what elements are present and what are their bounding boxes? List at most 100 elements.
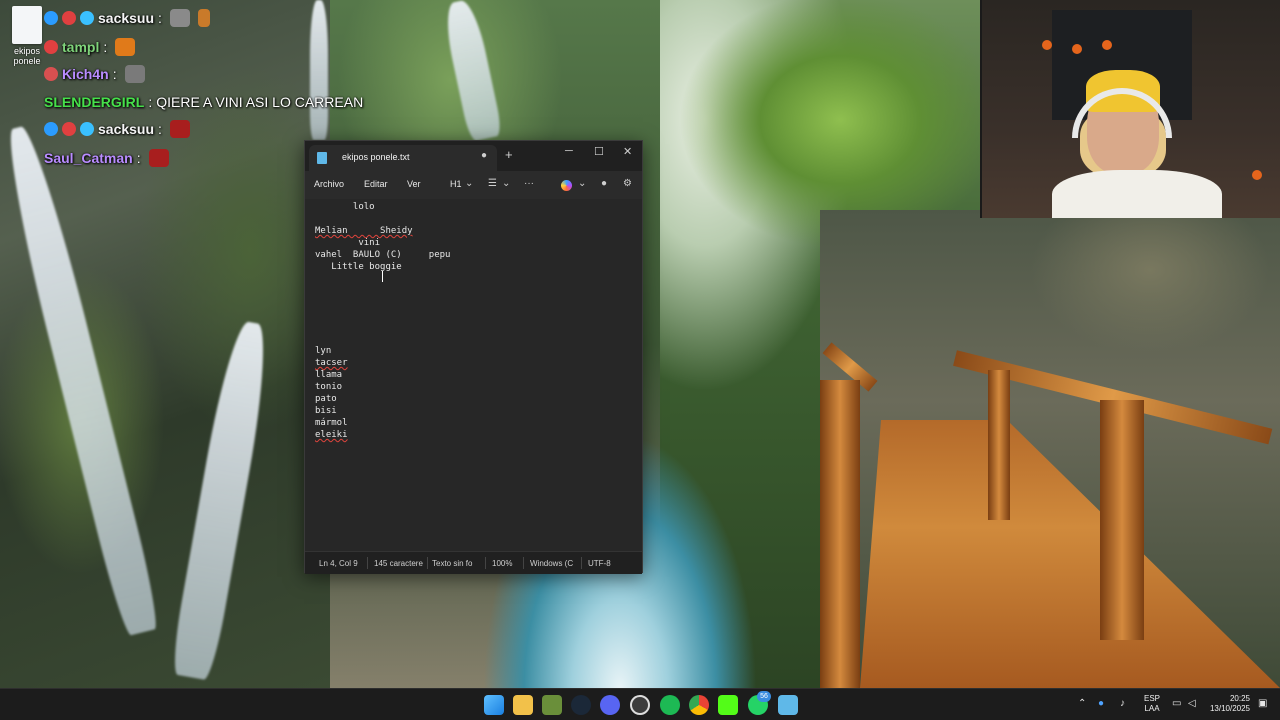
- menu-file[interactable]: Archivo: [314, 179, 344, 189]
- pumpkin-decoration: [1102, 40, 1112, 50]
- editor-line: mármol: [315, 418, 348, 428]
- zoom-level[interactable]: 100%: [492, 559, 512, 568]
- menu-view[interactable]: Ver: [407, 179, 421, 189]
- chevron-up-icon[interactable]: ⌃: [1078, 698, 1086, 709]
- pumpkin-decoration: [1072, 44, 1082, 54]
- editor-line: eleiki: [315, 429, 348, 441]
- editor-line: tonio: [315, 382, 343, 392]
- editor-line-text: eleiki: [315, 430, 348, 440]
- chat-message: SLENDERGIRL: QIERE A VINI ASI LO CARREAN: [44, 90, 363, 114]
- new-tab-button[interactable]: +: [505, 147, 513, 162]
- account-icon[interactable]: ●: [601, 178, 607, 189]
- taskbar: 56 ⌃ ● ♪ ESP LAA ▭ ◁ 20:25 13/10/2025 ▣: [0, 688, 1280, 720]
- cursor-position: Ln 4, Col 9: [319, 559, 358, 568]
- chat-message: Kich4n:: [44, 62, 145, 86]
- shield-icon[interactable]: ●: [1098, 698, 1104, 709]
- status-divider: [581, 557, 582, 569]
- menu-edit[interactable]: Editar: [364, 179, 388, 189]
- editor-line: Melian Sheidy: [315, 225, 413, 237]
- minecraft-icon[interactable]: [542, 695, 562, 715]
- gem-badge-icon: [80, 11, 94, 25]
- editor-line: lyn: [315, 346, 332, 356]
- editor-line: Little boggie: [315, 262, 402, 272]
- chat-text: QIERE A VINI ASI LO CARREAN: [156, 94, 364, 110]
- status-divider: [523, 557, 524, 569]
- copilot-icon[interactable]: [561, 180, 572, 191]
- list-format-icon[interactable]: ☰: [488, 178, 497, 189]
- subscriber-badge-icon: [62, 122, 76, 136]
- discord-icon[interactable]: [600, 695, 620, 715]
- subscriber-badge-icon: [44, 40, 58, 54]
- wallpaper-post: [820, 380, 860, 688]
- status-divider: [367, 557, 368, 569]
- chat-username: tampl: [62, 39, 100, 55]
- obs-icon[interactable]: [630, 695, 650, 715]
- notepad-window[interactable]: ekipos ponele.txt ● + ─ ☐ ✕ Archivo Edit…: [304, 140, 643, 574]
- notification-count-badge: 56: [757, 691, 771, 702]
- window-titlebar[interactable]: ekipos ponele.txt ● + ─ ☐ ✕: [305, 141, 642, 171]
- chrome-icon[interactable]: [689, 695, 709, 715]
- language-indicator[interactable]: ESP LAA: [1144, 694, 1160, 714]
- chat-username: Kich4n: [62, 66, 109, 82]
- chat-separator: :: [103, 39, 108, 55]
- clock-date: 13/10/2025: [1209, 704, 1250, 713]
- editor-line: tacser: [315, 357, 348, 369]
- wallpaper-post: [988, 370, 1010, 520]
- microphone-icon[interactable]: ♪: [1120, 698, 1125, 709]
- tab-ekipos-ponele[interactable]: ekipos ponele.txt ●: [309, 145, 497, 171]
- editor-line: vini: [315, 238, 381, 248]
- chat-separator: :: [158, 121, 162, 137]
- gem-badge-icon: [80, 122, 94, 136]
- chat-separator: :: [148, 94, 153, 110]
- steam-icon[interactable]: [571, 695, 591, 715]
- chat-username: sacksuu: [98, 10, 155, 26]
- verified-badge-icon: [44, 11, 58, 25]
- chat-username: sacksuu: [98, 121, 155, 137]
- chat-message: tampl:: [44, 35, 136, 59]
- notepad-icon[interactable]: [778, 695, 798, 715]
- windows-start-icon[interactable]: [484, 695, 504, 715]
- pumpkin-decoration: [1252, 170, 1262, 180]
- editor-line: llama: [315, 370, 343, 380]
- kick-icon[interactable]: [718, 695, 738, 715]
- minimize-button[interactable]: ─: [565, 145, 573, 157]
- heading-dropdown[interactable]: H1: [450, 179, 462, 189]
- status-divider: [427, 557, 428, 569]
- more-options-icon[interactable]: ···: [524, 178, 534, 189]
- clock-time: 20:25: [1229, 694, 1250, 703]
- wallpaper-post: [1100, 400, 1144, 640]
- system-clock[interactable]: 20:25 13/10/2025: [1206, 694, 1250, 714]
- gear-icon[interactable]: ⚙: [623, 178, 632, 189]
- pumpkin-decoration: [1042, 40, 1052, 50]
- network-icon[interactable]: ▭: [1172, 698, 1181, 709]
- editor-line: bisi: [315, 406, 337, 416]
- chat-message: sacksuu:: [44, 117, 190, 141]
- chat-separator: :: [158, 10, 162, 26]
- chat-username: SLENDERGIRL: [44, 94, 145, 110]
- unsaved-dot-close-icon[interactable]: ●: [481, 150, 487, 161]
- maximize-button[interactable]: ☐: [594, 145, 604, 158]
- chat-message: sacksuu:: [44, 6, 210, 30]
- tab-title: ekipos ponele.txt: [342, 152, 410, 162]
- spotify-icon[interactable]: [660, 695, 680, 715]
- close-button[interactable]: ✕: [623, 145, 632, 158]
- volume-icon[interactable]: ◁: [1188, 698, 1196, 709]
- encoding[interactable]: UTF-8: [588, 559, 611, 568]
- notepad-icon: [317, 152, 327, 164]
- editor-line: pato: [315, 394, 337, 404]
- subscriber-badge-icon: [44, 67, 58, 81]
- streamer-shirt: [1052, 170, 1222, 218]
- language-code: ESP: [1144, 694, 1161, 703]
- emote-icon: [169, 9, 190, 27]
- emote-icon: [197, 9, 210, 27]
- text-format[interactable]: Texto sin fo: [432, 559, 472, 568]
- line-ending[interactable]: Windows (C: [530, 559, 573, 568]
- file-explorer-icon[interactable]: [513, 695, 533, 715]
- notification-bell-icon[interactable]: ▣: [1258, 698, 1267, 709]
- chevron-down-icon: ⌄: [465, 178, 474, 189]
- emote-icon: [169, 120, 190, 138]
- chevron-down-icon: ⌄: [578, 178, 587, 189]
- text-editor[interactable]: lolo Melian Sheidy vini vahel BAULO (C) …: [305, 199, 642, 551]
- webcam-overlay: [980, 0, 1280, 218]
- chevron-down-icon: ⌄: [502, 178, 511, 189]
